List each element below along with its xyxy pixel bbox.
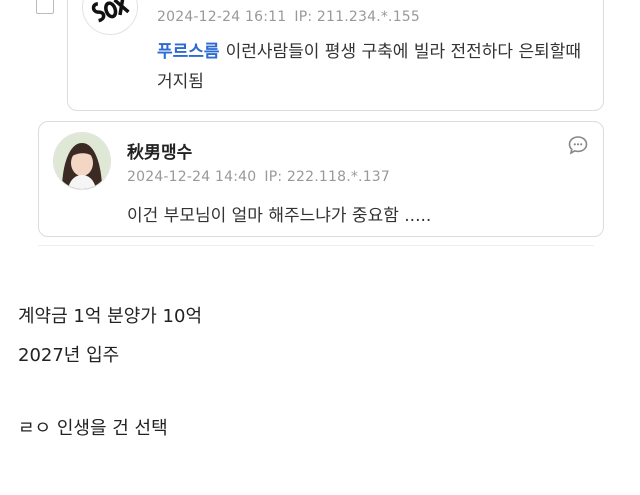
post-text-line: 2027년 입주 <box>18 345 120 366</box>
comment-bubble-icon[interactable] <box>567 134 589 156</box>
profile-photo <box>54 133 110 189</box>
comment-text: 이런사람들이 평생 구축에 빌라 전전하다 은퇴할때 거지됨 <box>157 42 582 92</box>
comment-ip: IP: 222.118.*.137 <box>264 169 391 185</box>
comment-author[interactable]: 秋男맹수 <box>127 138 192 163</box>
sox-logo-icon <box>91 0 130 23</box>
post-text-line: ㄹㅇ 인생을 건 선택 <box>18 418 168 439</box>
post-text-line: 계약금 1억 분양가 10억 <box>18 306 203 327</box>
divider <box>38 245 594 246</box>
comment-meta: 2024-12-24 14:40 IP: 222.118.*.137 <box>127 169 390 185</box>
comment-date: 2024-12-24 14:40 <box>127 169 257 185</box>
mention-link[interactable]: 푸르스름 <box>157 42 220 62</box>
select-checkbox[interactable] <box>36 0 54 14</box>
avatar[interactable] <box>53 132 111 190</box>
comment-meta: 2024-12-24 16:11 IP: 211.234.*.155 <box>157 9 420 25</box>
avatar[interactable] <box>82 0 138 35</box>
comment-text: 이건 부모님이 얼마 해주느냐가 중요함 ..... <box>127 206 432 226</box>
comment-date: 2024-12-24 16:11 <box>157 9 287 25</box>
comment-ip: IP: 211.234.*.155 <box>294 9 421 25</box>
comment-card: 2024-12-24 16:11 IP: 211.234.*.155 푸르스름 이런… <box>67 0 604 111</box>
comment-card: 秋男맹수 2024-12-24 14:40 IP: 222.118.*.137 이… <box>38 121 604 237</box>
comment-body: 푸르스름 이런사람들이 평생 구축에 빌라 전전하다 은퇴할때 거지됨 <box>157 37 597 97</box>
